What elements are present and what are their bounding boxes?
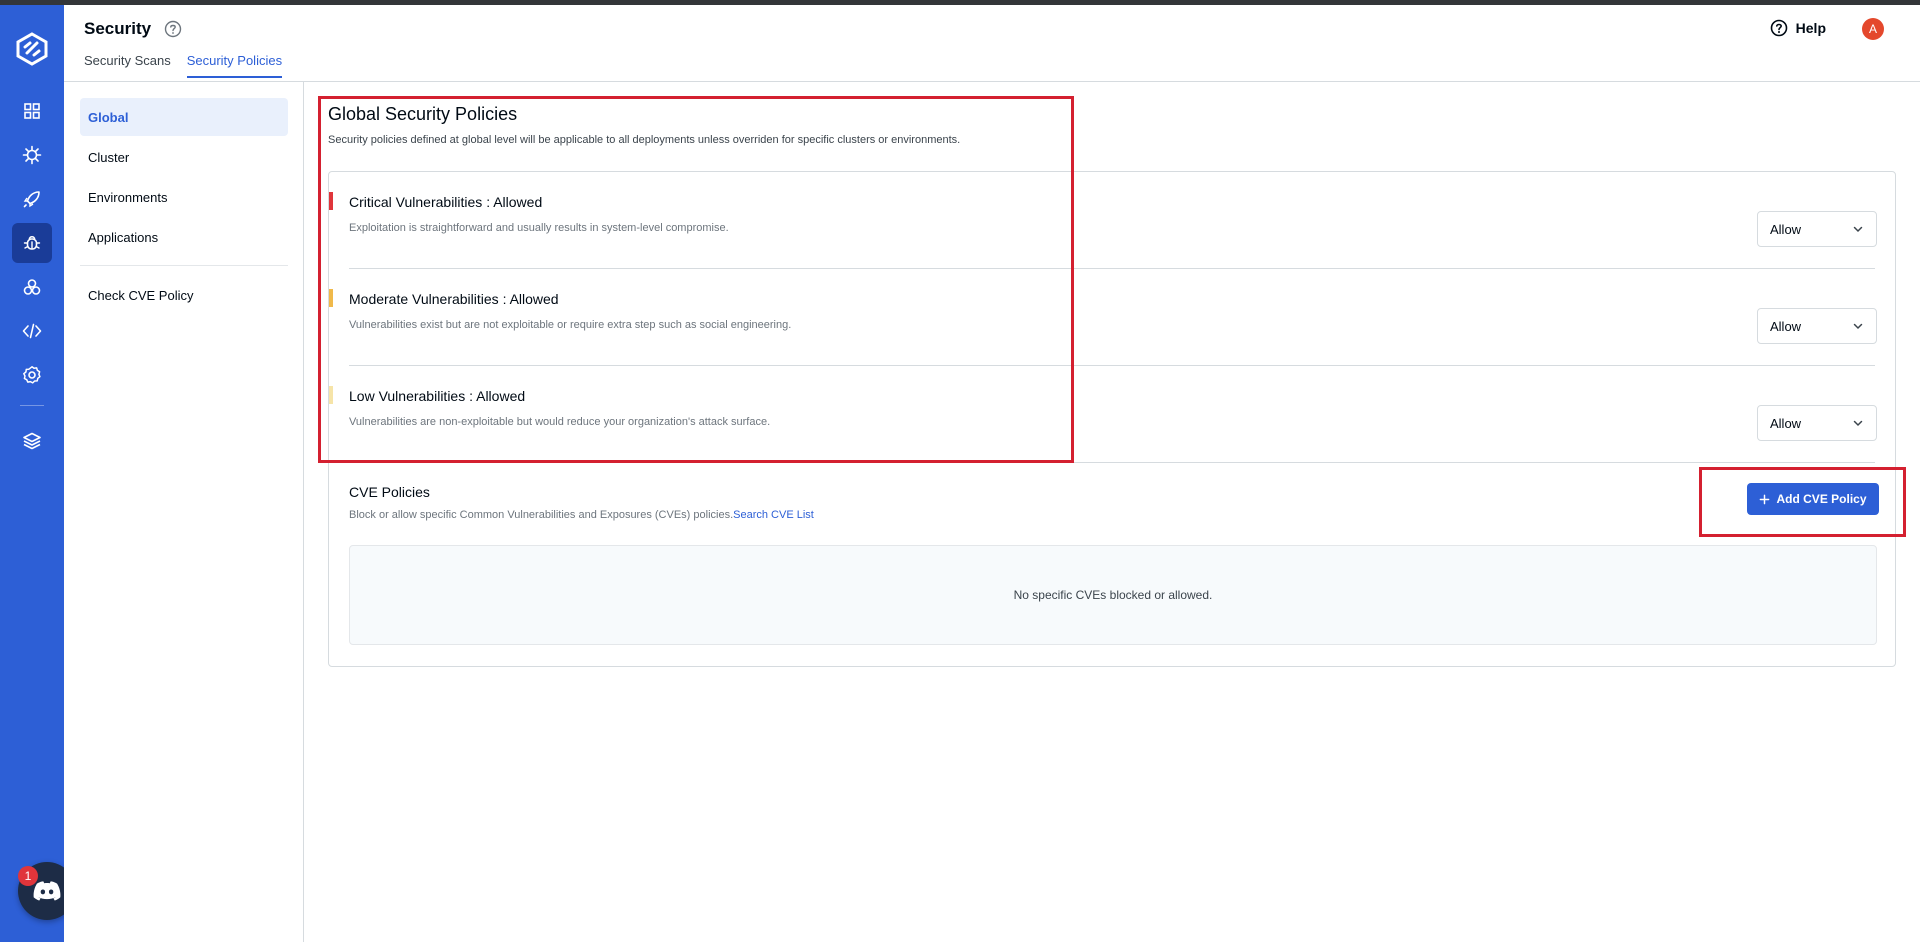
low-policy-select[interactable]: Allow (1757, 405, 1877, 441)
security-bug-icon[interactable] (12, 223, 52, 263)
code-brackets-icon[interactable] (12, 311, 52, 351)
subnav-item-environments[interactable]: Environments (80, 178, 288, 216)
cve-description-text: Block or allow specific Common Vulnerabi… (349, 509, 734, 521)
select-value: Allow (1770, 415, 1802, 431)
main-content: Global Security Policies Security polici… (304, 82, 1920, 942)
nav-divider (20, 405, 44, 406)
tab-security-scans[interactable]: Security Scans (84, 53, 171, 78)
help-button[interactable]: Help (1770, 19, 1826, 37)
add-cve-policy-button[interactable]: Add CVE Policy (1747, 483, 1879, 515)
policy-title: Moderate Vulnerabilities : Allowed (349, 291, 559, 307)
policy-description: Vulnerabilities are non-exploitable but … (349, 416, 771, 428)
subnav-item-global[interactable]: Global (80, 98, 288, 136)
rocket-deploy-icon[interactable] (12, 179, 52, 219)
stack-layers-icon[interactable] (12, 421, 52, 461)
helm-wheel-icon[interactable] (12, 135, 52, 175)
tab-security-policies[interactable]: Security Policies (186, 53, 283, 78)
left-nav-rail (0, 5, 64, 942)
settings-gear-icon[interactable] (12, 355, 52, 395)
severity-bar-low (329, 386, 333, 404)
discord-icon (33, 881, 61, 901)
chevron-down-icon (1853, 420, 1863, 427)
page-header: Security Security Scans Security Policie… (64, 5, 1920, 82)
subnav-divider (80, 265, 288, 266)
page-title: Security (84, 19, 152, 38)
search-cve-list-link[interactable]: Search CVE List (733, 509, 814, 521)
policy-row-critical: Critical Vulnerabilities : Allowed Explo… (329, 172, 1895, 269)
policy-row-moderate: Moderate Vulnerabilities : Allowed Vulne… (329, 269, 1895, 366)
chevron-down-icon (1853, 226, 1863, 233)
subnav-item-check-cve-policy[interactable]: Check CVE Policy (80, 276, 288, 314)
policy-title: Critical Vulnerabilities : Allowed (349, 194, 543, 210)
devtron-logo-icon[interactable] (14, 31, 50, 67)
resources-cluster-icon[interactable] (12, 267, 52, 307)
critical-policy-select[interactable]: Allow (1757, 211, 1877, 247)
policy-description: Vulnerabilities exist but are not exploi… (349, 319, 792, 331)
subnav-item-applications[interactable]: Applications (80, 218, 288, 256)
policy-scope-sidebar: Global Cluster Environments Applications… (64, 82, 304, 942)
plus-icon (1760, 494, 1770, 504)
policy-title: Low Vulnerabilities : Allowed (349, 388, 526, 404)
cve-empty-state: No specific CVEs blocked or allowed. (349, 545, 1877, 645)
select-value: Allow (1770, 221, 1802, 237)
applications-grid-icon[interactable] (12, 91, 52, 131)
chevron-down-icon (1853, 323, 1863, 330)
severity-bar-moderate (329, 289, 333, 307)
help-label: Help (1795, 20, 1826, 36)
section-description: Security policies defined at global leve… (328, 134, 961, 146)
row-divider (349, 462, 1875, 463)
help-circle-icon (1770, 19, 1787, 37)
section-title: Global Security Policies (328, 104, 518, 124)
select-value: Allow (1770, 318, 1802, 334)
question-circle-icon[interactable] (164, 20, 182, 38)
policy-description: Exploitation is straightforward and usua… (349, 222, 729, 234)
severity-bar-critical (329, 192, 333, 210)
moderate-policy-select[interactable]: Allow (1757, 308, 1877, 344)
empty-state-text: No specific CVEs blocked or allowed. (1013, 588, 1213, 602)
cve-policies-description: Block or allow specific Common Vulnerabi… (349, 509, 814, 521)
policy-card: Critical Vulnerabilities : Allowed Explo… (328, 171, 1896, 667)
discord-notification-badge: 1 (18, 866, 38, 886)
user-avatar[interactable]: A (1862, 18, 1884, 40)
policy-row-low: Low Vulnerabilities : Allowed Vulnerabil… (329, 366, 1895, 463)
subnav-item-cluster[interactable]: Cluster (80, 138, 288, 176)
security-tabs: Security Scans Security Policies (84, 53, 283, 78)
cve-policies-title: CVE Policies (349, 484, 430, 500)
add-cve-policy-label: Add CVE Policy (1776, 492, 1867, 506)
app-root: 1 Security Security Scans Security Polic… (0, 0, 1920, 942)
